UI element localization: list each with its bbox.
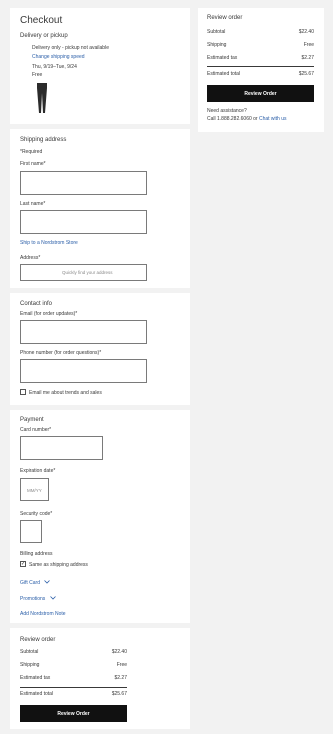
billing-heading: Billing address (20, 551, 53, 557)
shipping-value: Free (116, 662, 127, 668)
page-title: Checkout (20, 15, 63, 26)
summary-divider (207, 66, 314, 67)
address-label: Address* (20, 255, 41, 261)
review-order-heading-bottom: Review order (20, 637, 56, 643)
subtotal-label: Subtotal (207, 29, 226, 35)
payment-heading: Payment (20, 417, 44, 423)
phone-field[interactable] (20, 359, 147, 383)
change-shipping-speed-link[interactable]: Change shipping speed (32, 54, 85, 60)
total-label: Estimated total (20, 691, 54, 697)
delivery-heading: Delivery or pickup (20, 33, 68, 39)
assist-line: Call 1.888.282.6060 or Chat with us (207, 116, 287, 122)
total-value: $25.67 (298, 71, 314, 77)
first-name-label: First name* (20, 161, 46, 167)
card-number-field[interactable] (20, 436, 103, 460)
first-name-field[interactable] (20, 171, 147, 195)
tax-row-bottom: Estimated tax $2.27 (20, 675, 127, 681)
total-row: Estimated total $25.67 (207, 71, 314, 77)
total-row-bottom: Estimated total $25.67 (20, 691, 127, 697)
review-order-sidebar: Review order Subtotal $22.40 Shipping Fr… (198, 8, 324, 132)
same-as-shipping-label: Same as shipping address (29, 562, 88, 568)
tax-label: Estimated tax (207, 55, 238, 61)
shipping-price: Free (32, 72, 43, 78)
expiry-placeholder: MM/YY (27, 488, 42, 493)
shipping-label: Shipping (20, 662, 40, 668)
shipping-address-card: Shipping address *Required First name* L… (10, 129, 190, 288)
shipping-row-bottom: Shipping Free (20, 662, 127, 668)
subtotal-label: Subtotal (20, 649, 39, 655)
gift-card-label: Gift Card (20, 580, 41, 586)
trends-checkbox[interactable] (20, 389, 26, 395)
contact-info-card: Contact info Email (for order updates)* … (10, 293, 190, 405)
chevron-down-icon (49, 596, 56, 600)
review-order-button[interactable]: Review Order (207, 85, 314, 102)
card-number-label: Card number* (20, 427, 52, 433)
security-code-field[interactable] (20, 520, 42, 543)
chat-with-us-link[interactable]: Chat with us (259, 116, 287, 122)
subtotal-row-bottom: Subtotal $22.40 (20, 649, 127, 655)
last-name-field[interactable] (20, 210, 147, 234)
trends-label: Email me about trends and sales (29, 390, 102, 396)
shipping-label: Shipping (207, 42, 227, 48)
promotions-toggle[interactable]: Promotions (20, 596, 56, 602)
gift-card-toggle[interactable]: Gift Card (20, 580, 51, 586)
address-field[interactable]: Quickly find your address (20, 264, 147, 281)
contact-heading: Contact info (20, 301, 53, 307)
same-as-shipping-checkbox[interactable]: ✓ (20, 561, 26, 567)
expiry-label: Expiration date* (20, 468, 56, 474)
shipping-value: Free (303, 42, 314, 48)
review-order-heading: Review order (207, 15, 243, 21)
tax-value: $2.27 (301, 55, 314, 61)
checkmark-icon: ✓ (21, 561, 26, 567)
nordstrom-note-link[interactable]: Add Nordstrom Note (20, 611, 66, 617)
phone-label: Phone number (for order questions)* (20, 350, 102, 356)
assist-heading: Need assistance? (207, 108, 247, 114)
product-thumbnail[interactable] (34, 82, 50, 114)
tax-value: $2.27 (114, 675, 127, 681)
email-field[interactable] (20, 320, 147, 344)
subtotal-value: $22.40 (298, 29, 314, 35)
address-placeholder: Quickly find your address (62, 270, 113, 275)
last-name-label: Last name* (20, 201, 46, 207)
total-label: Estimated total (207, 71, 241, 77)
payment-card: Payment Card number* Expiration date* MM… (10, 410, 190, 623)
shipping-row: Shipping Free (207, 42, 314, 48)
delivery-note: Delivery only - pickup not available (32, 45, 109, 51)
summary-divider-bottom (20, 687, 127, 688)
review-order-bottom: Review order Subtotal $22.40 Shipping Fr… (10, 628, 190, 729)
total-value: $25.67 (111, 691, 127, 697)
tax-label: Estimated tax (20, 675, 51, 681)
tax-row: Estimated tax $2.27 (207, 55, 314, 61)
delivery-card: Checkout Delivery or pickup Delivery onl… (10, 8, 190, 124)
delivery-date-range: Thu, 9/19–Tue, 9/24 (32, 64, 77, 70)
subtotal-row: Subtotal $22.40 (207, 29, 314, 35)
subtotal-value: $22.40 (111, 649, 127, 655)
security-code-label: Security code* (20, 511, 53, 517)
ship-to-store-link[interactable]: Ship to a Nordstrom Store (20, 240, 78, 246)
expiry-field[interactable]: MM/YY (20, 478, 49, 501)
shipping-heading: Shipping address (20, 137, 67, 143)
email-label: Email (for order updates)* (20, 311, 78, 317)
required-note: *Required (20, 149, 43, 155)
chevron-down-icon (44, 580, 51, 584)
review-order-button-bottom[interactable]: Review Order (20, 705, 127, 722)
assist-call: Call 1.888.282.6060 or (207, 116, 258, 122)
promotions-label: Promotions (20, 596, 46, 602)
